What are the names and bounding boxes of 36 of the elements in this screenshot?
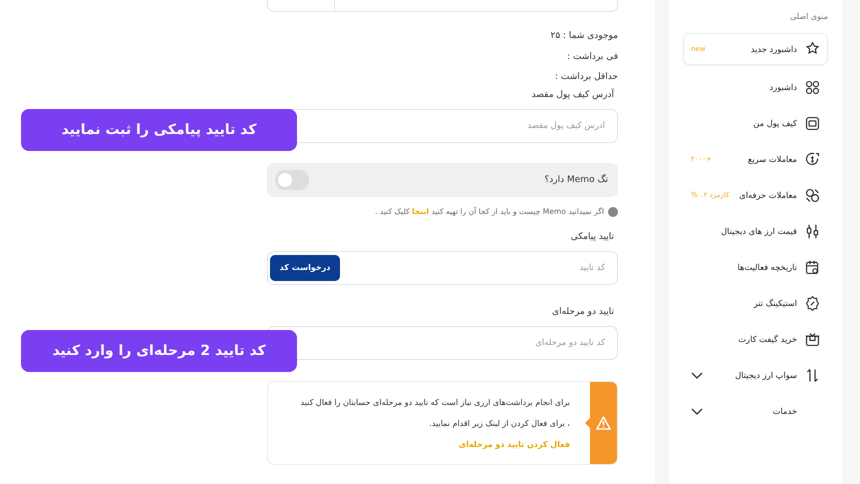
- input-field[interactable]: کد تایید دو مرحله‌ای: [267, 326, 618, 360]
- info-icon: [608, 206, 618, 216]
- field-label: تایید پیامکی: [570, 232, 614, 242]
- grid-icon: [804, 78, 821, 96]
- minimum-text: حداقل برداشت :: [554, 72, 618, 82]
- chevron-down-icon: [691, 372, 703, 378]
- candlestick-icon: [804, 222, 821, 240]
- gift-icon: [804, 330, 821, 348]
- alert-text: برای انجام برداشت‌های ارزی نیاز است که تایید دو مرحله‌ای حسابتان را فعال کنید: [300, 398, 570, 406]
- swap-icon: [804, 366, 821, 384]
- chevron-down-icon: [691, 408, 703, 414]
- sidebar-item[interactable]: تاریخچه فعالیت‌ها: [683, 249, 828, 285]
- fee-text: فی برداشت :: [567, 52, 618, 62]
- calendar-icon: [804, 258, 821, 276]
- sidebar-item[interactable]: استیکینگ تتر: [683, 285, 828, 321]
- memo-label: تگ Memo دارد؟: [544, 174, 608, 184]
- request-code-button[interactable]: درخواست کد: [270, 254, 340, 280]
- warning-icon: [596, 416, 611, 430]
- sidebar-item[interactable]: خرید گیفت کارت: [683, 321, 828, 357]
- balance-text: موجودی شما : ۲۵: [550, 31, 618, 41]
- alert-text: ، برای فعال کردن از لینک زیر اقدام نمایید.: [429, 418, 570, 428]
- menu-heading: منوی اصلی: [789, 12, 828, 21]
- instruction-tooltip: کد تایید پیامکی را ثبت نمایید: [21, 109, 297, 151]
- wallet-icon: [804, 114, 821, 132]
- badge-icon: [804, 294, 821, 312]
- memo-toggle[interactable]: [275, 170, 309, 190]
- sidebar-item[interactable]: قیمت ارز های دیجیتال: [683, 213, 828, 249]
- instruction-tooltip: کد تایید 2 مرحله‌ای را وارد کنید: [21, 330, 297, 372]
- sidebar-item[interactable]: خدمات: [683, 393, 828, 429]
- coin-icon: [804, 150, 821, 168]
- field-label: آدرس کیف پول مقصد: [532, 90, 614, 100]
- sidebar-item[interactable]: سواپ ارز دیجیتال: [683, 357, 828, 393]
- sidebar-item[interactable]: داشبورد: [683, 69, 828, 105]
- field-label: تایید دو مرحله‌ای: [552, 306, 614, 316]
- circles-icon: [804, 186, 821, 204]
- sidebar-item[interactable]: کیف پول من: [683, 105, 828, 141]
